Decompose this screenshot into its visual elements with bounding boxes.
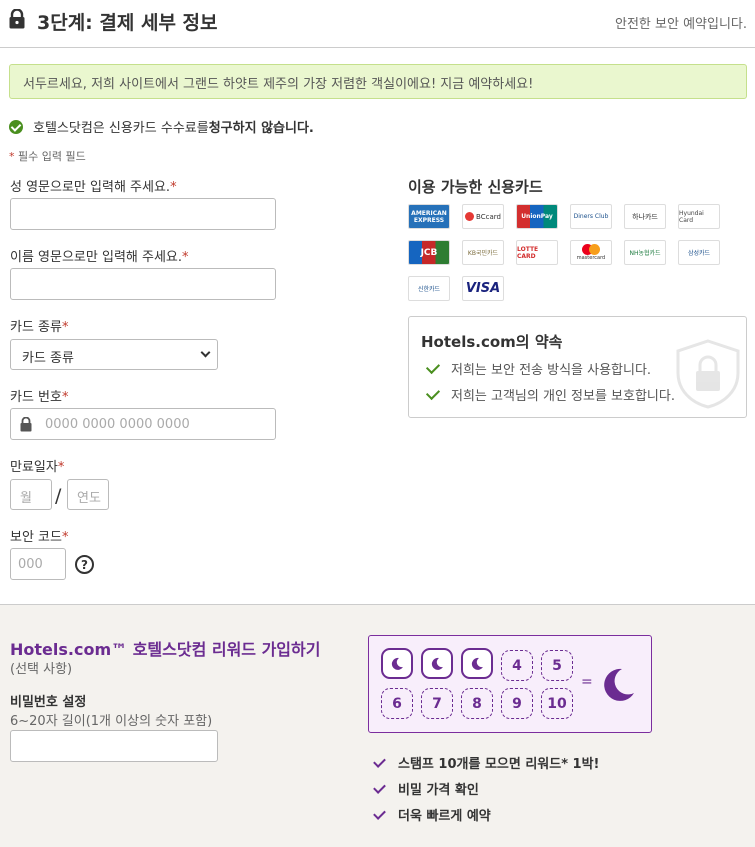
check-icon [425, 385, 441, 401]
samsung-card-logo: 삼성카드 [678, 240, 720, 265]
stamp-empty: 10 [541, 688, 573, 719]
stamp-filled [381, 648, 413, 679]
card-number-input[interactable]: 0000 0000 0000 0000 [10, 408, 276, 440]
check-circle-icon [9, 119, 23, 134]
stamp-empty: 8 [461, 688, 493, 719]
stamp-filled [421, 648, 453, 679]
stamp-filled [461, 648, 493, 679]
jcb-logo: JCB [408, 240, 450, 265]
reward-benefit: 비밀 가격 확인 [373, 779, 479, 798]
moon-icon [391, 657, 403, 670]
card-number-placeholder: 0000 0000 0000 0000 [45, 417, 190, 432]
rewards-title: Hotels.com™ 호텔스닷컴 리워드 가입하기 [10, 640, 321, 659]
stamp-empty: 5 [541, 650, 573, 681]
diners-club-logo: Diners Club [570, 204, 612, 229]
accepted-cards-title: 이용 가능한 신용카드 [408, 178, 543, 196]
expiry-slash: / [55, 485, 62, 507]
moon-icon [604, 668, 634, 701]
stamp-empty: 7 [421, 688, 453, 719]
card-type-select[interactable]: 카드 종류 [10, 339, 218, 370]
page-header: 3단계: 결제 세부 정보 안전한 보안 예약입니다. [0, 0, 755, 48]
stamp-empty: 6 [381, 688, 413, 719]
last-name-input[interactable] [10, 198, 276, 230]
equals-sign: = [581, 674, 593, 690]
expiry-label: 만료일자* [10, 460, 65, 475]
hyundai-card-logo: Hyundai Card [678, 204, 720, 229]
required-field-note: * 필수 입력 필드 [9, 150, 86, 163]
amex-logo: AMERICAN EXPRESS [408, 204, 450, 229]
no-fee-text: 호텔스닷컴은 신용카드 수수료를 [33, 121, 209, 136]
no-fee-notice: 호텔스닷컴은 신용카드 수수료를 청구하지 않습니다. [9, 117, 314, 136]
cvv-input[interactable]: 000 [10, 548, 66, 580]
nh-card-logo: NH농협카드 [624, 240, 666, 265]
secure-booking-text: 안전한 보안 예약입니다. [615, 17, 747, 32]
rewards-optional: (선택 사항) [10, 662, 73, 677]
unionpay-logo: UnionPay [516, 204, 558, 229]
lock-icon [20, 417, 32, 432]
promise-item: 저희는 보안 전송 방식을 사용합니다. [425, 359, 651, 378]
password-label: 비밀번호 설정 [10, 695, 87, 710]
check-icon [373, 754, 386, 768]
check-icon [373, 780, 386, 794]
first-name-label: 이름 영문으로만 입력해 주세요.* [10, 250, 189, 265]
shield-lock-icon [676, 339, 740, 409]
lotte-card-logo: LOTTE CARD [516, 240, 558, 265]
promise-title: Hotels.com의 약속 [421, 333, 563, 351]
no-fee-bold: 청구하지 않습니다. [208, 121, 314, 136]
hotels-promise-box: Hotels.com의 약속 저희는 보안 전송 방식을 사용합니다. 저희는 … [408, 316, 747, 418]
moon-icon [431, 657, 443, 670]
password-hint: 6~20자 길이(1개 이상의 숫자 포함) [10, 714, 213, 729]
check-icon [373, 806, 386, 820]
expiry-month-input[interactable]: 월 [10, 479, 52, 510]
lock-icon [9, 9, 25, 29]
password-input[interactable] [10, 730, 218, 762]
stamp-empty: 4 [501, 650, 533, 681]
card-type-label: 카드 종류* [10, 320, 69, 335]
first-name-input[interactable] [10, 268, 276, 300]
reward-benefit: 스탬프 10개를 모으면 리워드* 1박! [373, 753, 600, 772]
help-icon[interactable]: ? [75, 555, 94, 574]
expiry-year-input[interactable]: 연도 [67, 479, 109, 510]
last-name-label: 성 영문으로만 입력해 주세요.* [10, 180, 177, 195]
page-title: 3단계: 결제 세부 정보 [37, 12, 218, 34]
promise-item: 저희는 고객님의 개인 정보를 보호합니다. [425, 385, 675, 404]
shinhan-card-logo: 신한카드 [408, 276, 450, 301]
bccard-logo: BCcard [462, 204, 504, 229]
kb-card-logo: KB국민카드 [462, 240, 504, 265]
card-number-label: 카드 번호* [10, 390, 69, 405]
check-icon [425, 359, 441, 375]
urgency-banner: 서두르세요, 저희 사이트에서 그랜드 하얏트 제주의 가장 저렴한 객실이에요… [9, 64, 747, 99]
reward-benefit: 더욱 빠르게 예약 [373, 805, 491, 824]
moon-icon [471, 657, 483, 670]
chevron-down-icon [200, 347, 211, 358]
visa-logo: VISA [462, 276, 504, 301]
hana-card-logo: 하나카드 [624, 204, 666, 229]
stamp-empty: 9 [501, 688, 533, 719]
mastercard-logo: mastercard [570, 240, 612, 265]
cvv-label: 보안 코드* [10, 530, 69, 545]
